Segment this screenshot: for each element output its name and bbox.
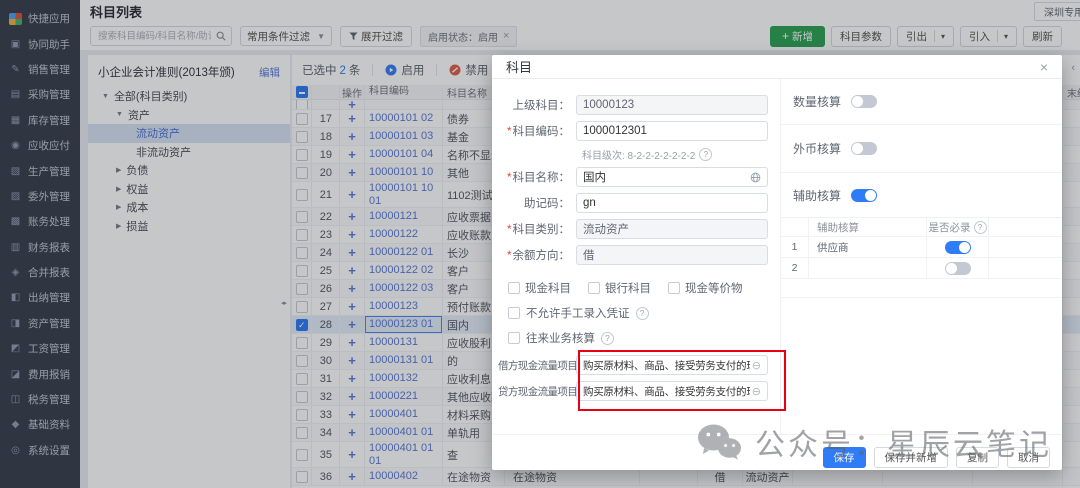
credit-cashflow-field[interactable]: 购买原材料、商品、接受劳务支付的现金 ⊖: [576, 381, 768, 401]
type-checkbox-label: 现金等价物: [685, 280, 743, 296]
modal-footer-button-label: 保存并新增: [885, 452, 938, 464]
credit-cashflow-row: 贷方现金流量项目： 购买原材料、商品、接受劳务支付的现金 ⊖: [498, 381, 780, 401]
account-name-field[interactable]: 国内: [576, 167, 768, 187]
biz-checkbox[interactable]: [508, 332, 520, 344]
aux-row-required: [927, 237, 989, 257]
modal-header: 科目 ×: [492, 55, 1062, 79]
parent-account-field: 10000123: [576, 95, 768, 115]
aux-row-index: 1: [781, 237, 809, 257]
type-checkbox-label: 银行科目: [605, 280, 651, 296]
close-icon[interactable]: ×: [1040, 60, 1048, 74]
quantity-accounting-section: 数量核算: [781, 79, 1062, 125]
form-row-category: *科目类别： 流动资产: [498, 219, 780, 239]
aux-accounting-table: 辅助核算 是否必录 ? 1 供应商: [781, 217, 1062, 298]
no-manual-checkbox[interactable]: [508, 307, 520, 319]
aux-header-name: 辅助核算: [809, 218, 927, 236]
checkbox-icon[interactable]: [588, 282, 600, 294]
parent-account-label: 上级科目：: [498, 97, 570, 113]
modal-footer-button-label: 保存: [834, 452, 855, 464]
required-toggle[interactable]: [945, 241, 971, 254]
aux-header-required: 是否必录 ?: [927, 218, 989, 236]
modal-footer-button[interactable]: 取消: [1007, 447, 1050, 468]
debit-cashflow-label: 借方现金流量项目：: [498, 358, 570, 373]
aux-toggle[interactable]: [851, 189, 877, 202]
account-code-label: *科目编码：: [498, 123, 570, 139]
modal-right-panel: 数量核算 外币核算 辅助核算 辅助核算 是否必录: [780, 79, 1062, 434]
help-icon[interactable]: ?: [699, 148, 712, 161]
direction-field: 借: [576, 245, 768, 265]
remove-circle-icon[interactable]: ⊖: [752, 385, 761, 398]
debit-cashflow-field[interactable]: 购买原材料、商品、接受劳务支付的现金 ⊖: [576, 355, 768, 375]
cashflow-section: 借方现金流量项目： 购买原材料、商品、接受劳务支付的现金 ⊖ 贷方现金流量项目：…: [498, 355, 780, 401]
fx-accounting-section: 外币核算: [781, 125, 1062, 173]
type-checkbox-item[interactable]: 现金等价物: [668, 280, 743, 296]
credit-cashflow-label: 贷方现金流量项目：: [498, 384, 570, 399]
account-type-checkboxes: 现金科目 银行科目 现金等价物: [498, 280, 780, 296]
aux-table-row[interactable]: 2: [781, 258, 1062, 279]
form-row-parent: 上级科目： 10000123: [498, 95, 780, 115]
type-checkbox-label: 现金科目: [525, 280, 571, 296]
code-level-helper: 科目级次: 8-2-2-2-2-2-2-2 ?: [498, 147, 780, 162]
aux-table-footer-space: [781, 279, 1062, 298]
quantity-toggle-label: 数量核算: [793, 93, 841, 110]
help-icon[interactable]: ?: [636, 307, 649, 320]
type-checkbox-item[interactable]: 现金科目: [508, 280, 571, 296]
form-row-code: *科目编码： 1000012301: [498, 121, 780, 141]
aux-row-name[interactable]: [809, 258, 927, 278]
biz-accounting-row: 往来业务核算 ?: [498, 330, 780, 346]
modal-form: 上级科目： 10000123 *科目编码： 1000012301 科目级次: 8…: [492, 79, 780, 434]
aux-table-header: 辅助核算 是否必录 ?: [781, 218, 1062, 237]
checkbox-icon[interactable]: [508, 282, 520, 294]
modal-body: 上级科目： 10000123 *科目编码： 1000012301 科目级次: 8…: [492, 79, 1062, 434]
form-row-direction: *余额方向： 借: [498, 245, 780, 265]
modal-footer-button[interactable]: 复制: [956, 447, 999, 468]
aux-required-label: 是否必录: [929, 220, 971, 235]
credit-cashflow-value: 购买原材料、商品、接受劳务支付的现金: [583, 384, 750, 399]
aux-table-row[interactable]: 1 供应商: [781, 237, 1062, 258]
fx-toggle-label: 外币核算: [793, 140, 841, 157]
account-modal: 科目 × 上级科目： 10000123 *科目编码： 1000012301 科目…: [492, 55, 1062, 470]
modal-footer: 保存 保存并新增 复制 取消: [492, 434, 1062, 470]
aux-toggle-label: 辅助核算: [793, 187, 841, 204]
remove-circle-icon[interactable]: ⊖: [752, 359, 761, 372]
aux-header-index: [781, 218, 809, 236]
checkbox-icon[interactable]: [668, 282, 680, 294]
mnemonic-label: 助记码：: [498, 195, 570, 211]
globe-icon[interactable]: [750, 172, 761, 183]
form-row-name: *科目名称： 国内: [498, 167, 780, 187]
required-toggle[interactable]: [945, 262, 971, 275]
modal-title: 科目: [506, 57, 532, 76]
help-icon[interactable]: ?: [601, 332, 614, 345]
aux-row-required: [927, 258, 989, 278]
help-icon[interactable]: ?: [974, 221, 987, 234]
code-level-text: 科目级次: 8-2-2-2-2-2-2-2: [582, 147, 695, 162]
aux-row-index: 2: [781, 258, 809, 278]
account-code-field[interactable]: 1000012301: [576, 121, 768, 141]
modal-footer-button-label: 复制: [967, 452, 988, 464]
fx-toggle[interactable]: [851, 142, 877, 155]
debit-cashflow-row: 借方现金流量项目： 购买原材料、商品、接受劳务支付的现金 ⊖: [498, 355, 780, 375]
account-name-label: *科目名称：: [498, 169, 570, 185]
modal-footer-button[interactable]: 保存并新增: [874, 447, 949, 468]
account-name-value: 国内: [583, 169, 606, 185]
no-manual-label: 不允许手工录入凭证: [526, 305, 630, 321]
modal-footer-button-label: 取消: [1018, 452, 1039, 464]
type-checkbox-item[interactable]: 银行科目: [588, 280, 651, 296]
no-manual-entry-row: 不允许手工录入凭证 ?: [498, 305, 780, 321]
aux-accounting-section: 辅助核算: [781, 173, 1062, 217]
category-label: *科目类别：: [498, 221, 570, 237]
debit-cashflow-value: 购买原材料、商品、接受劳务支付的现金: [583, 358, 750, 373]
category-field: 流动资产: [576, 219, 768, 239]
mnemonic-field[interactable]: gn: [576, 193, 768, 213]
direction-label: *余额方向：: [498, 247, 570, 263]
biz-label: 往来业务核算: [526, 330, 595, 346]
aux-row-name[interactable]: 供应商: [809, 237, 927, 257]
form-row-mnemonic: 助记码： gn: [498, 193, 780, 213]
modal-footer-button[interactable]: 保存: [823, 447, 866, 468]
app-window: 快捷应用 ▣ 协同助手 ✎ 销售管理 ▤ 采购管理 ▦: [0, 0, 1080, 488]
quantity-toggle[interactable]: [851, 95, 877, 108]
